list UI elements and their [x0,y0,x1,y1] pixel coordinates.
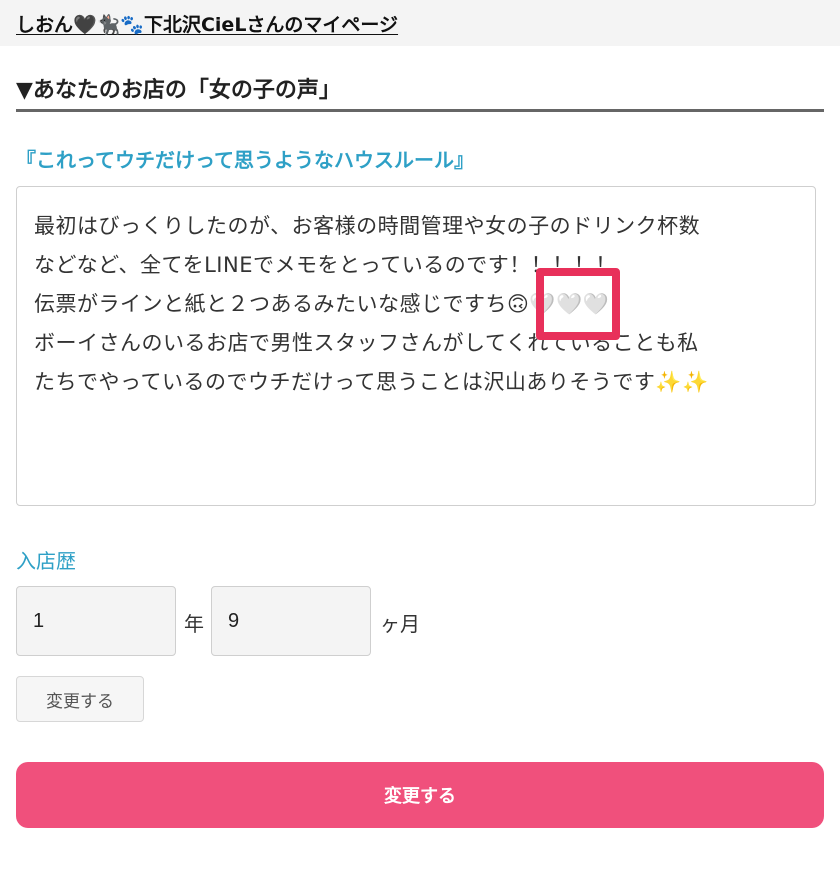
answer-line: などなど、全てをLINEでメモをとっているのです！！！！！ [34,253,617,277]
tenure-label: 入店歴 [16,549,76,573]
tenure-change-button[interactable]: 変更する [16,676,144,722]
answer-line: 最初はびっくりしたのが、お客様の時間管理や女の子のドリンク杯数 [34,214,701,238]
section-heading: ▼あなたのお店の「女の子の声」 [16,66,824,112]
emoji-highlight-box [536,268,620,340]
question-title: 『これってウチだけって思うようなハウスルール』 [16,148,474,172]
submit-change-button[interactable]: 変更する [16,762,824,828]
top-bar: しおん🖤🐈‍⬛🐾下北沢CieLさんのマイページ [0,0,840,46]
answer-textarea[interactable]: 最初はびっくりしたのが、お客様の時間管理や女の子のドリンク杯数 などなど、全てを… [16,186,816,506]
years-unit: 年 [184,612,204,636]
answer-line: ボーイさんのいるお店で男性スタッフさんがしてくれていることも私 [34,331,699,355]
months-unit: ヶ月 [380,612,420,636]
answer-line: たちでやっているのでウチだけって思うことは沢山ありそうです✨✨ [34,370,709,394]
answer-line: 伝票がラインと紙と２つあるみたいな感じですち🙃🤍🤍🤍 [34,292,610,316]
section-title: ▼あなたのお店の「女の子の声」 [16,78,341,103]
mypage-link[interactable]: しおん🖤🐈‍⬛🐾下北沢CieLさんのマイページ [16,10,398,37]
months-input[interactable] [211,586,371,656]
years-input[interactable] [16,586,176,656]
